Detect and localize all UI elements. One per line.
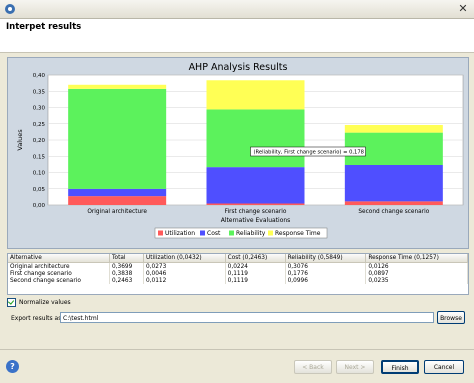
chart-panel: AHP Analysis Results 0,00 0,05 0,10 0,15 0,20… — [7, 57, 469, 249]
table-cell: 0,0996 — [285, 277, 367, 284]
table-cell: 0,2463 — [109, 277, 145, 284]
table-cell: 0,3838 — [109, 270, 145, 277]
ahp-chart: AHP Analysis Results 0,00 0,05 0,10 0,15 0,20… — [16, 62, 464, 239]
table-cell: 0,3699 — [109, 262, 145, 270]
normalize-label: Normalize values — [19, 299, 71, 306]
bar-segment — [68, 196, 167, 205]
legend-swatch — [158, 230, 163, 236]
app-icon — [5, 4, 15, 14]
y-tick-label: 0,10 — [33, 171, 46, 177]
normalize-checkbox[interactable] — [7, 298, 16, 307]
y-tick-label: 0,25 — [33, 122, 46, 128]
bar-segment — [68, 188, 167, 197]
back-button[interactable]: < Back — [294, 360, 332, 374]
bar-segment — [206, 109, 305, 168]
table-column-header[interactable]: Reliability (0,5849) — [285, 254, 367, 263]
export-label: Export results as: — [11, 315, 64, 322]
bar-segment — [68, 88, 167, 189]
table-cell: 0,0112 — [143, 277, 226, 284]
bar-segment — [344, 124, 443, 133]
cancel-button[interactable]: Cancel — [424, 360, 464, 374]
legend-label: Cost — [207, 230, 221, 237]
y-tick-label: 0,40 — [33, 73, 46, 79]
legend-swatch — [229, 230, 234, 236]
results-table: Alternative Total Utilization (0,0432) Cost… — [7, 253, 469, 295]
help-icon[interactable]: ? — [6, 360, 19, 373]
table-cell: 0,0224 — [225, 262, 286, 270]
y-tick-label: 0,20 — [33, 138, 46, 144]
browse-button[interactable]: Browse — [437, 311, 465, 324]
y-tick-label: 0,05 — [33, 187, 46, 193]
footer-divider — [0, 349, 474, 350]
finish-button[interactable]: Finish — [381, 360, 419, 374]
table-column-header[interactable]: Cost (0,2463) — [225, 254, 286, 263]
x-tick-label: First change scenario — [225, 209, 287, 215]
bar-segment — [344, 201, 443, 205]
table-cell: 0,0897 — [365, 270, 468, 277]
table-column-header[interactable]: Response Time (0,1257) — [365, 254, 468, 263]
legend-label: Utilization — [165, 230, 195, 237]
legend-swatch — [268, 230, 273, 236]
bar-segment — [206, 80, 305, 110]
y-tick-label: 0,00 — [33, 203, 46, 209]
x-axis-label: Alternative Evaluations — [221, 217, 291, 224]
window-titlebar: ✕ — [0, 0, 474, 19]
table-cell: Original architecture — [8, 262, 110, 270]
table-row[interactable]: First change scenario 0,3838 0,0046 0,1119 0… — [8, 270, 468, 277]
x-tick-label: Original architecture — [87, 209, 147, 215]
legend-swatch — [200, 230, 205, 236]
bar-segment — [344, 164, 443, 202]
next-button[interactable]: Next > — [336, 360, 374, 374]
y-axis-label: Values — [16, 129, 24, 151]
table-column-header[interactable]: Total — [109, 254, 145, 263]
page-title: Interpet results — [6, 22, 82, 32]
table-cell: 0,0126 — [365, 262, 468, 270]
table-cell: 0,0235 — [365, 277, 468, 284]
table-cell: Second change scenario — [8, 277, 110, 284]
table-row[interactable]: Original architecture 0,3699 0,0273 0,0224 0… — [8, 262, 468, 270]
table-row[interactable]: Second change scenario 0,2463 0,0112 0,1119… — [8, 277, 468, 284]
table-cell: 0,1119 — [225, 277, 286, 284]
y-tick-label: 0,15 — [33, 154, 46, 160]
table-cell: 0,0273 — [143, 262, 226, 270]
y-tick-label: 0,35 — [33, 89, 46, 95]
legend-label: Reliability — [236, 230, 266, 237]
normalize-option[interactable]: Normalize values — [7, 298, 71, 307]
table-header-row: Alternative Total Utilization (0,0432) Cost… — [8, 254, 468, 263]
table-cell: 0,1776 — [285, 270, 367, 277]
bar-segment — [68, 84, 167, 89]
table-cell: 0,1119 — [225, 270, 286, 277]
x-tick-label: Second change scenario — [358, 209, 429, 215]
table-cell: 0,3076 — [285, 262, 367, 270]
page-header: Interpet results — [0, 19, 474, 53]
table-cell: First change scenario — [8, 270, 110, 277]
legend-label: Response Time — [275, 230, 321, 237]
y-tick-label: 0,30 — [33, 106, 46, 112]
table-cell: 0,0046 — [143, 270, 226, 277]
export-path-input[interactable]: C:\test.html — [60, 312, 434, 323]
table-column-header[interactable]: Alternative — [8, 254, 110, 263]
bar-segment — [206, 203, 305, 205]
chart-title: AHP Analysis Results — [189, 62, 288, 73]
close-icon[interactable]: ✕ — [456, 2, 470, 16]
table-column-header[interactable]: Utilization (0,0432) — [143, 254, 226, 263]
tooltip-text: (Reliability, First change scenario) = 0… — [254, 150, 364, 156]
bar-segment — [206, 167, 305, 204]
